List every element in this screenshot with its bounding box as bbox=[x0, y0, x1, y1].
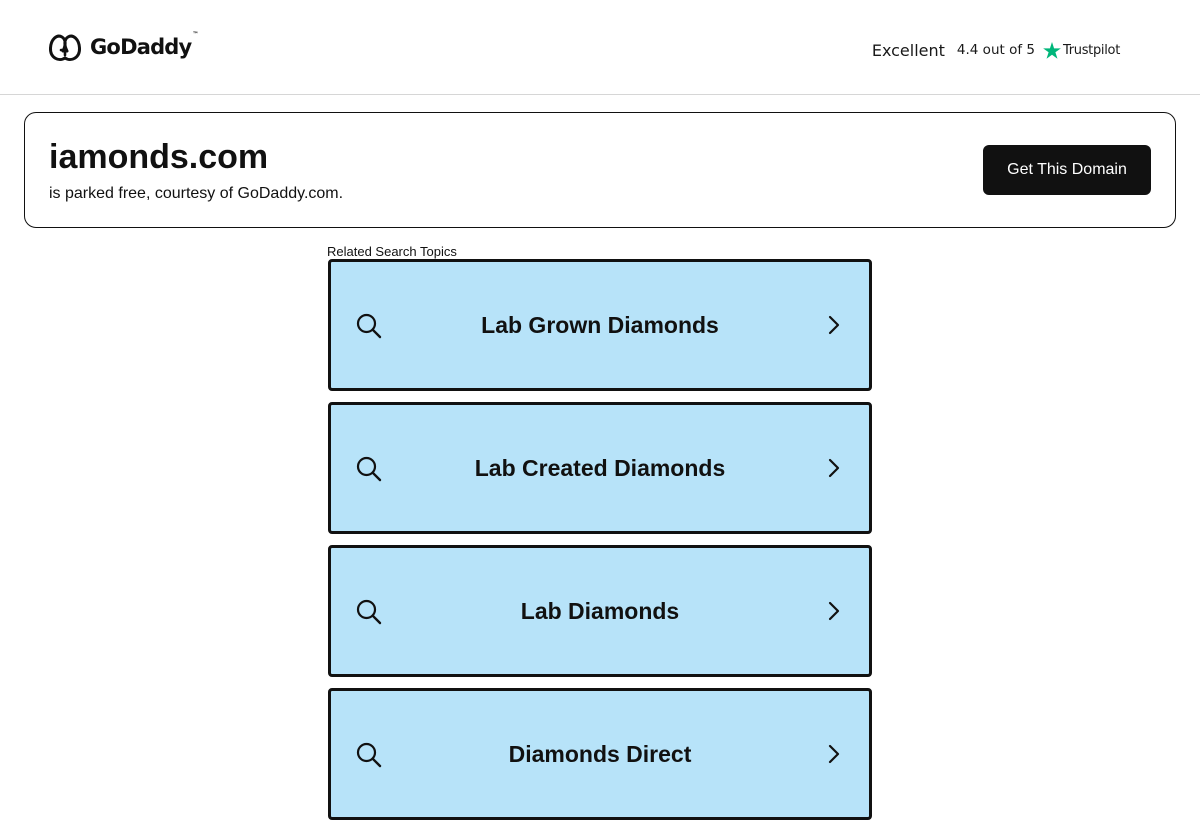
chevron-right-icon bbox=[828, 458, 840, 478]
topic-link-lab-diamonds[interactable]: Lab Diamonds bbox=[328, 545, 872, 677]
search-icon bbox=[356, 742, 382, 768]
chevron-right-icon bbox=[828, 315, 840, 335]
site-header: GoDaddy™ Excellent 4.4 out of 5 Trustpil… bbox=[0, 0, 1200, 95]
godaddy-logo-icon bbox=[49, 34, 81, 62]
related-search-label: Related Search Topics bbox=[327, 244, 457, 259]
rating-score: 4.4 out of 5 bbox=[956, 42, 1035, 58]
trustpilot-rating[interactable]: Excellent 4.4 out of 5 Trustpilot bbox=[872, 38, 1120, 62]
topic-label: Lab Grown Diamonds bbox=[481, 311, 719, 338]
trustpilot-star-icon bbox=[1043, 41, 1061, 59]
get-this-domain-button[interactable]: Get This Domain bbox=[983, 145, 1151, 195]
topic-label: Lab Created Diamonds bbox=[474, 454, 726, 481]
chevron-right-icon bbox=[828, 601, 840, 621]
parked-notice: is parked free, courtesy of GoDaddy.com. bbox=[49, 185, 344, 202]
domain-name: iamonds.com bbox=[49, 138, 269, 176]
search-icon bbox=[356, 599, 382, 625]
related-topics-list: Lab Grown Diamonds Lab Created Diamonds … bbox=[328, 259, 872, 831]
topic-label: Lab Diamonds bbox=[520, 597, 680, 624]
topic-link-diamonds-direct[interactable]: Diamonds Direct bbox=[328, 688, 872, 820]
topic-label: Diamonds Direct bbox=[508, 740, 692, 767]
search-icon bbox=[356, 313, 382, 339]
rating-word: Excellent bbox=[871, 40, 945, 60]
trustpilot-brand: Trustpilot bbox=[1062, 42, 1120, 58]
domain-card: iamonds.com is parked free, courtesy of … bbox=[24, 112, 1176, 228]
topic-link-lab-grown-diamonds[interactable]: Lab Grown Diamonds bbox=[328, 259, 872, 391]
logo-wordmark: GoDaddy™ bbox=[90, 31, 198, 59]
chevron-right-icon bbox=[828, 744, 840, 764]
search-icon bbox=[356, 456, 382, 482]
topic-link-lab-created-diamonds[interactable]: Lab Created Diamonds bbox=[328, 402, 872, 534]
godaddy-logo[interactable]: GoDaddy™ bbox=[48, 31, 198, 63]
